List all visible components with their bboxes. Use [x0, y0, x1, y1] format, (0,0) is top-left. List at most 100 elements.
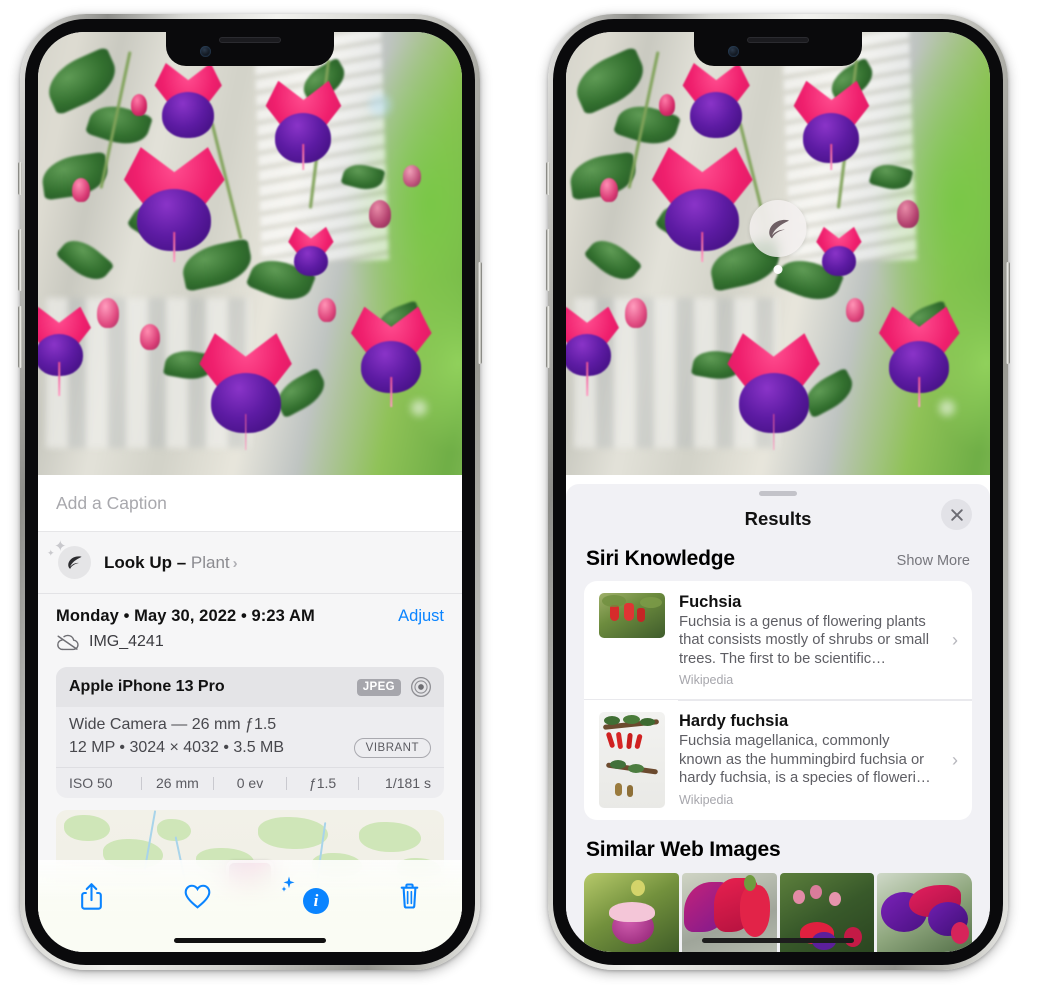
chevron-right-icon: › — [952, 749, 958, 770]
volume-up-button-left[interactable] — [18, 229, 22, 291]
fuchsia-bloom — [719, 333, 829, 451]
fuchsia-bloom — [676, 63, 756, 139]
leaf-icon: ✦ ✦ — [47, 538, 91, 579]
result-title: Fuchsia — [679, 593, 742, 611]
front-camera-icon — [200, 46, 211, 57]
earpiece-speaker-icon — [219, 37, 281, 43]
camera-aperture-icon — [410, 676, 432, 698]
fuchsia-bloom — [258, 80, 348, 171]
flower-bud — [402, 164, 421, 187]
flower-bud — [71, 178, 90, 203]
home-indicator-left[interactable] — [174, 938, 326, 943]
flower-bud — [317, 297, 336, 322]
caption-field-row[interactable]: Add a Caption — [38, 475, 462, 532]
adjust-button[interactable]: Adjust — [398, 607, 444, 626]
look-up-subject: Plant — [190, 552, 230, 572]
fuchsia-bloom — [191, 333, 301, 451]
leaf-icon[interactable] — [749, 200, 807, 257]
exif-iso: ISO 50 — [69, 775, 113, 791]
fuchsia-bloom — [786, 80, 876, 171]
visual-lookup-pin[interactable] — [749, 200, 807, 274]
volume-up-button-right[interactable] — [546, 229, 550, 291]
knowledge-result-row[interactable]: Fuchsia Fuchsia is a genus of flowering … — [584, 581, 972, 699]
knowledge-result-row[interactable]: Hardy fuchsia Fuchsia magellanica, commo… — [584, 699, 972, 820]
image-specs: 12 MP • 3024 × 4032 • 3.5 MB — [69, 739, 285, 756]
flower-bud — [625, 297, 648, 328]
fuchsia-bloom — [343, 306, 439, 407]
fuchsia-bloom — [871, 306, 967, 407]
info-button[interactable]: i — [275, 874, 331, 918]
iphone-right-visual-lookup-results: Results Siri Knowledge Show More Fuchsia… — [546, 14, 1010, 970]
flower-bud — [659, 94, 676, 117]
exif-aperture: ƒ1.5 — [308, 775, 337, 791]
chevron-right-icon: › — [232, 554, 238, 572]
camera-model: Apple iPhone 13 Pro — [69, 678, 225, 695]
fuchsia-bloom — [566, 306, 625, 397]
results-sheet: Results Siri Knowledge Show More Fuchsia… — [566, 484, 990, 952]
look-up-prefix: Look Up – — [104, 552, 191, 572]
similar-web-images-header: Similar Web Images — [566, 820, 990, 870]
photo-datetime: Monday • May 30, 2022 • 9:23 AM — [56, 607, 315, 625]
lens-info: Wide Camera — 26 mm ƒ1.5 — [69, 716, 277, 733]
volume-down-button-left[interactable] — [18, 306, 22, 368]
delete-button[interactable] — [381, 874, 437, 918]
color-profile-badge: VIBRANT — [353, 738, 431, 758]
fuchsia-bloom — [812, 226, 866, 277]
bokeh-highlight — [368, 94, 391, 117]
result-source: Wikipedia — [679, 792, 734, 807]
photo-filename: IMG_4241 — [89, 633, 164, 650]
siri-knowledge-title: Siri Knowledge — [586, 547, 735, 570]
siri-knowledge-header: Siri Knowledge Show More — [566, 541, 990, 581]
photo-viewer-right[interactable] — [566, 32, 990, 475]
exif-focal: 26 mm — [155, 775, 199, 791]
camera-info-card[interactable]: Apple iPhone 13 Pro JPEG Wide Camera — 2… — [56, 667, 444, 798]
flower-bud — [368, 200, 391, 229]
notch-right — [694, 32, 862, 66]
icloud-slash-icon — [56, 634, 80, 651]
fuchsia-bloom — [38, 306, 97, 397]
metadata-block: Monday • May 30, 2022 • 9:23 AM Adjust I… — [38, 594, 462, 661]
volume-down-button-right[interactable] — [546, 306, 550, 368]
exif-shutter: 1/181 s — [385, 775, 431, 791]
look-up-label: Look Up – Plant › — [104, 553, 238, 573]
screen-right: Results Siri Knowledge Show More Fuchsia… — [566, 32, 990, 952]
metadata-section: Monday • May 30, 2022 • 9:23 AM Adjust I… — [38, 594, 462, 896]
fuchsia-bloom — [114, 147, 234, 262]
mute-switch-right[interactable] — [546, 162, 550, 195]
screenshot-root: Add a Caption ✦ ✦ Look Up – Plant › Mond… — [0, 0, 1055, 985]
close-button[interactable] — [941, 499, 972, 530]
exif-exposure: 0 ev — [236, 775, 264, 791]
result-thumbnail — [599, 712, 665, 809]
flower-bud — [97, 297, 120, 328]
result-description: Fuchsia magellanica, commonly known as t… — [679, 733, 931, 787]
power-button-left[interactable] — [478, 262, 482, 364]
photo-viewer-left[interactable] — [38, 32, 462, 475]
show-more-button[interactable]: Show More — [897, 553, 970, 569]
fuchsia-bloom — [642, 147, 762, 262]
camera-card-body: Wide Camera — 26 mm ƒ1.5 12 MP • 3024 × … — [56, 707, 444, 767]
favorite-button[interactable] — [169, 874, 225, 918]
notch-left — [166, 32, 334, 66]
web-image-thumbnail[interactable] — [877, 873, 972, 952]
earpiece-speaker-icon — [747, 37, 809, 43]
mute-switch-left[interactable] — [18, 162, 22, 195]
web-image-thumbnail[interactable] — [584, 873, 679, 952]
sparkle-icon-small: ✦ — [47, 548, 55, 558]
flower-bud — [131, 94, 148, 117]
share-button[interactable] — [63, 874, 119, 918]
bokeh-highlight — [939, 399, 956, 416]
flower-bud — [845, 297, 864, 322]
caption-placeholder[interactable]: Add a Caption — [56, 493, 167, 514]
look-up-row[interactable]: ✦ ✦ Look Up – Plant › — [38, 532, 462, 594]
exif-row: ISO 50 26 mm 0 ev ƒ1.5 1/181 s — [56, 767, 444, 798]
chevron-right-icon: › — [952, 629, 958, 650]
result-source: Wikipedia — [679, 673, 734, 688]
iphone-left-photos-info: Add a Caption ✦ ✦ Look Up – Plant › Mond… — [18, 14, 482, 970]
camera-card-header: Apple iPhone 13 Pro JPEG — [56, 667, 444, 707]
result-thumbnail — [599, 593, 665, 638]
home-indicator-right[interactable] — [702, 938, 854, 943]
results-header: Results — [566, 496, 990, 541]
fuchsia-bloom — [148, 63, 228, 139]
power-button-right[interactable] — [1006, 262, 1010, 364]
siri-knowledge-card: Fuchsia Fuchsia is a genus of flowering … — [584, 581, 972, 821]
